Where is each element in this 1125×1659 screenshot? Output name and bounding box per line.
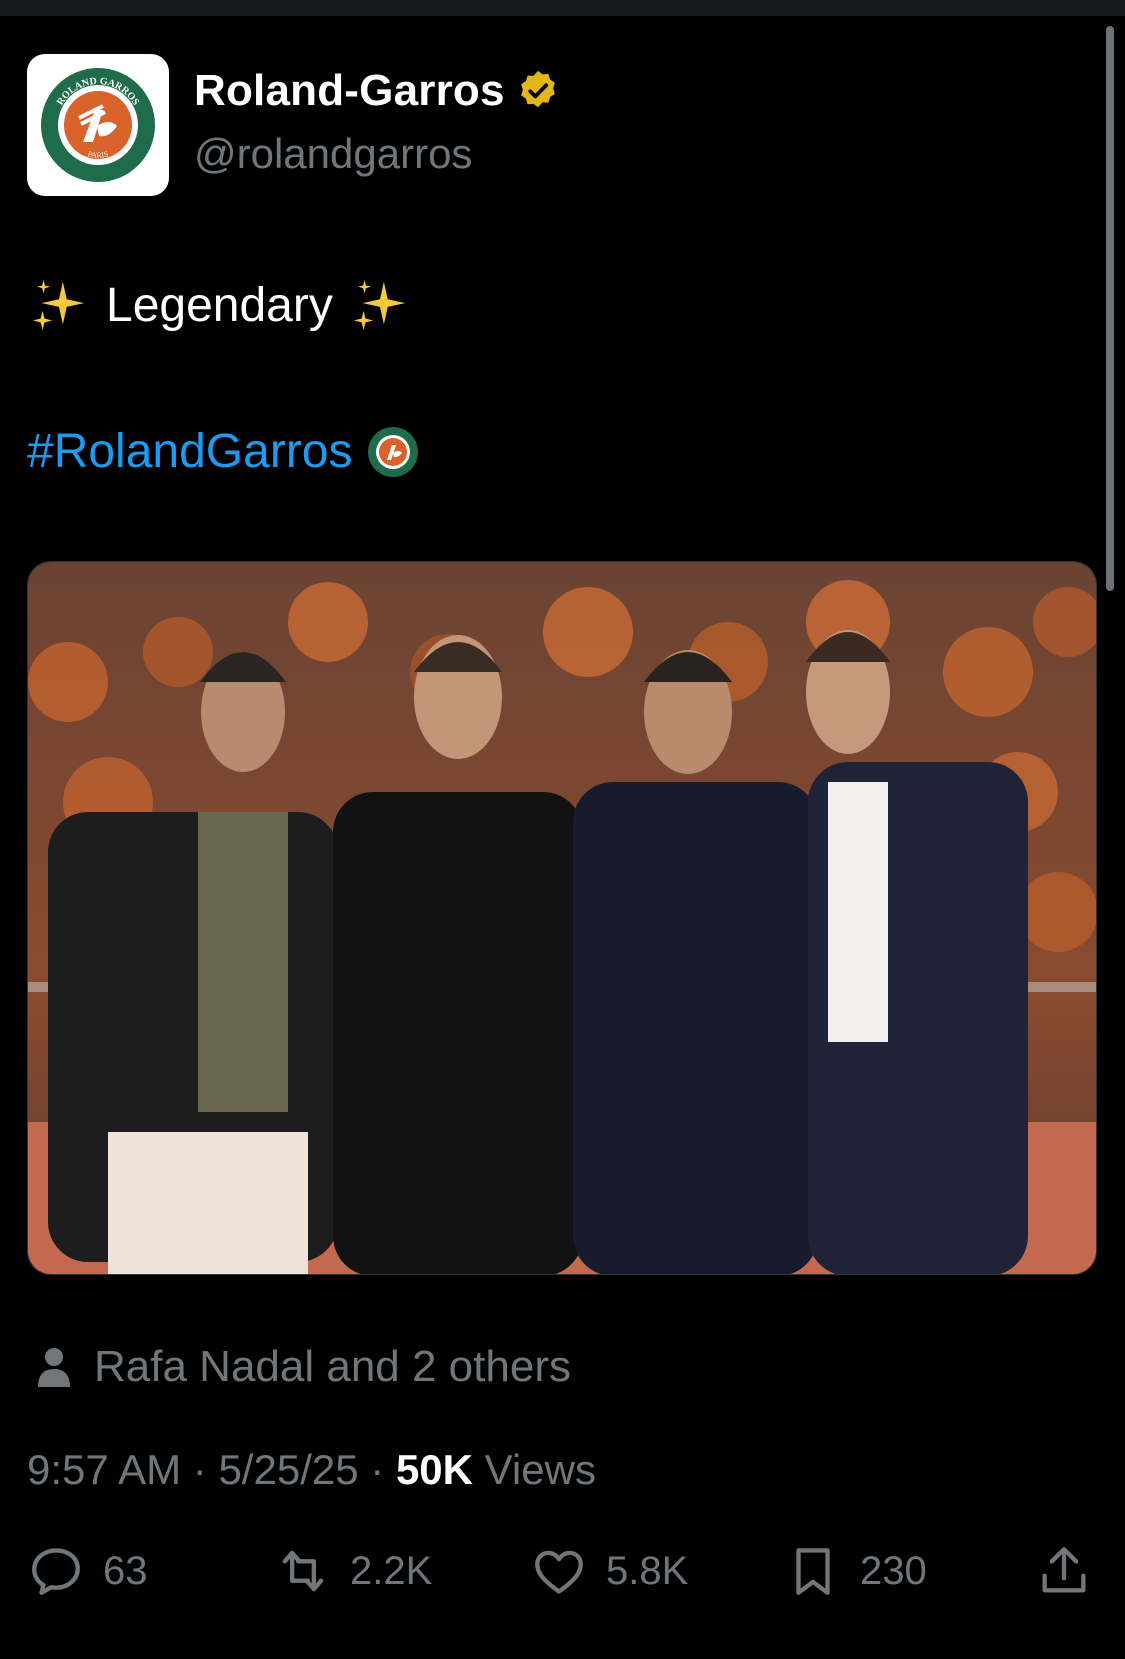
separator: · (192, 1446, 207, 1493)
sparkles-icon (32, 279, 85, 331)
tweet-time[interactable]: 9:57 AM (27, 1446, 181, 1493)
reply-icon (32, 1548, 80, 1595)
hashtag-link[interactable]: #RolandGarros (27, 424, 353, 479)
reply-button[interactable]: 63 (27, 1542, 148, 1600)
like-button[interactable]: 5.8K (530, 1542, 688, 1600)
sparkles-icon (353, 279, 405, 331)
repost-button[interactable]: 2.2K (274, 1542, 432, 1600)
like-count: 5.8K (606, 1548, 689, 1593)
account-name[interactable]: Roland-Garros (194, 66, 505, 116)
action-bar: 63 2.2K 5.8K 230 (0, 1542, 1125, 1602)
views-count: 50K (395, 1446, 473, 1493)
tweet-text: Legendary (30, 276, 409, 334)
tweet-meta: 9:57 AM · 5/25/25 · 50K Views (27, 1446, 596, 1494)
verified-badge-icon (520, 70, 555, 108)
tagged-text: Rafa Nadal and 2 others (94, 1342, 571, 1391)
tweet-body: Legendary (106, 278, 333, 332)
separator: · (370, 1446, 385, 1493)
tweet-date[interactable]: 5/25/25 (218, 1446, 358, 1493)
repost-icon (282, 1550, 324, 1592)
status-bar (0, 0, 1125, 16)
scrollbar[interactable] (1106, 26, 1114, 591)
roland-garros-logo-icon: ROLAND GARROS PARIS (41, 68, 155, 182)
tagged-people[interactable]: Rafa Nadal and 2 others (36, 1342, 571, 1392)
repost-count: 2.2K (350, 1548, 433, 1593)
bookmark-icon (796, 1548, 830, 1595)
person-icon (38, 1348, 70, 1387)
tweet-photo[interactable] (27, 561, 1097, 1275)
reply-count: 63 (103, 1548, 148, 1593)
hashtag-row: #RolandGarros (27, 424, 419, 479)
heart-icon (535, 1550, 583, 1594)
bookmark-button[interactable]: 230 (784, 1542, 927, 1600)
photo-image (28, 562, 1096, 1274)
account-handle[interactable]: @rolandgarros (194, 130, 472, 178)
share-icon (1042, 1547, 1086, 1593)
views-label: Views (484, 1446, 596, 1493)
logo-subtext: PARIS (87, 149, 110, 160)
avatar[interactable]: ROLAND GARROS PARIS (27, 54, 169, 196)
roland-garros-hashflag-icon (367, 426, 418, 477)
account-name-row[interactable]: Roland-Garros (194, 66, 561, 116)
share-button[interactable] (1035, 1542, 1111, 1600)
bookmark-count: 230 (860, 1548, 927, 1593)
